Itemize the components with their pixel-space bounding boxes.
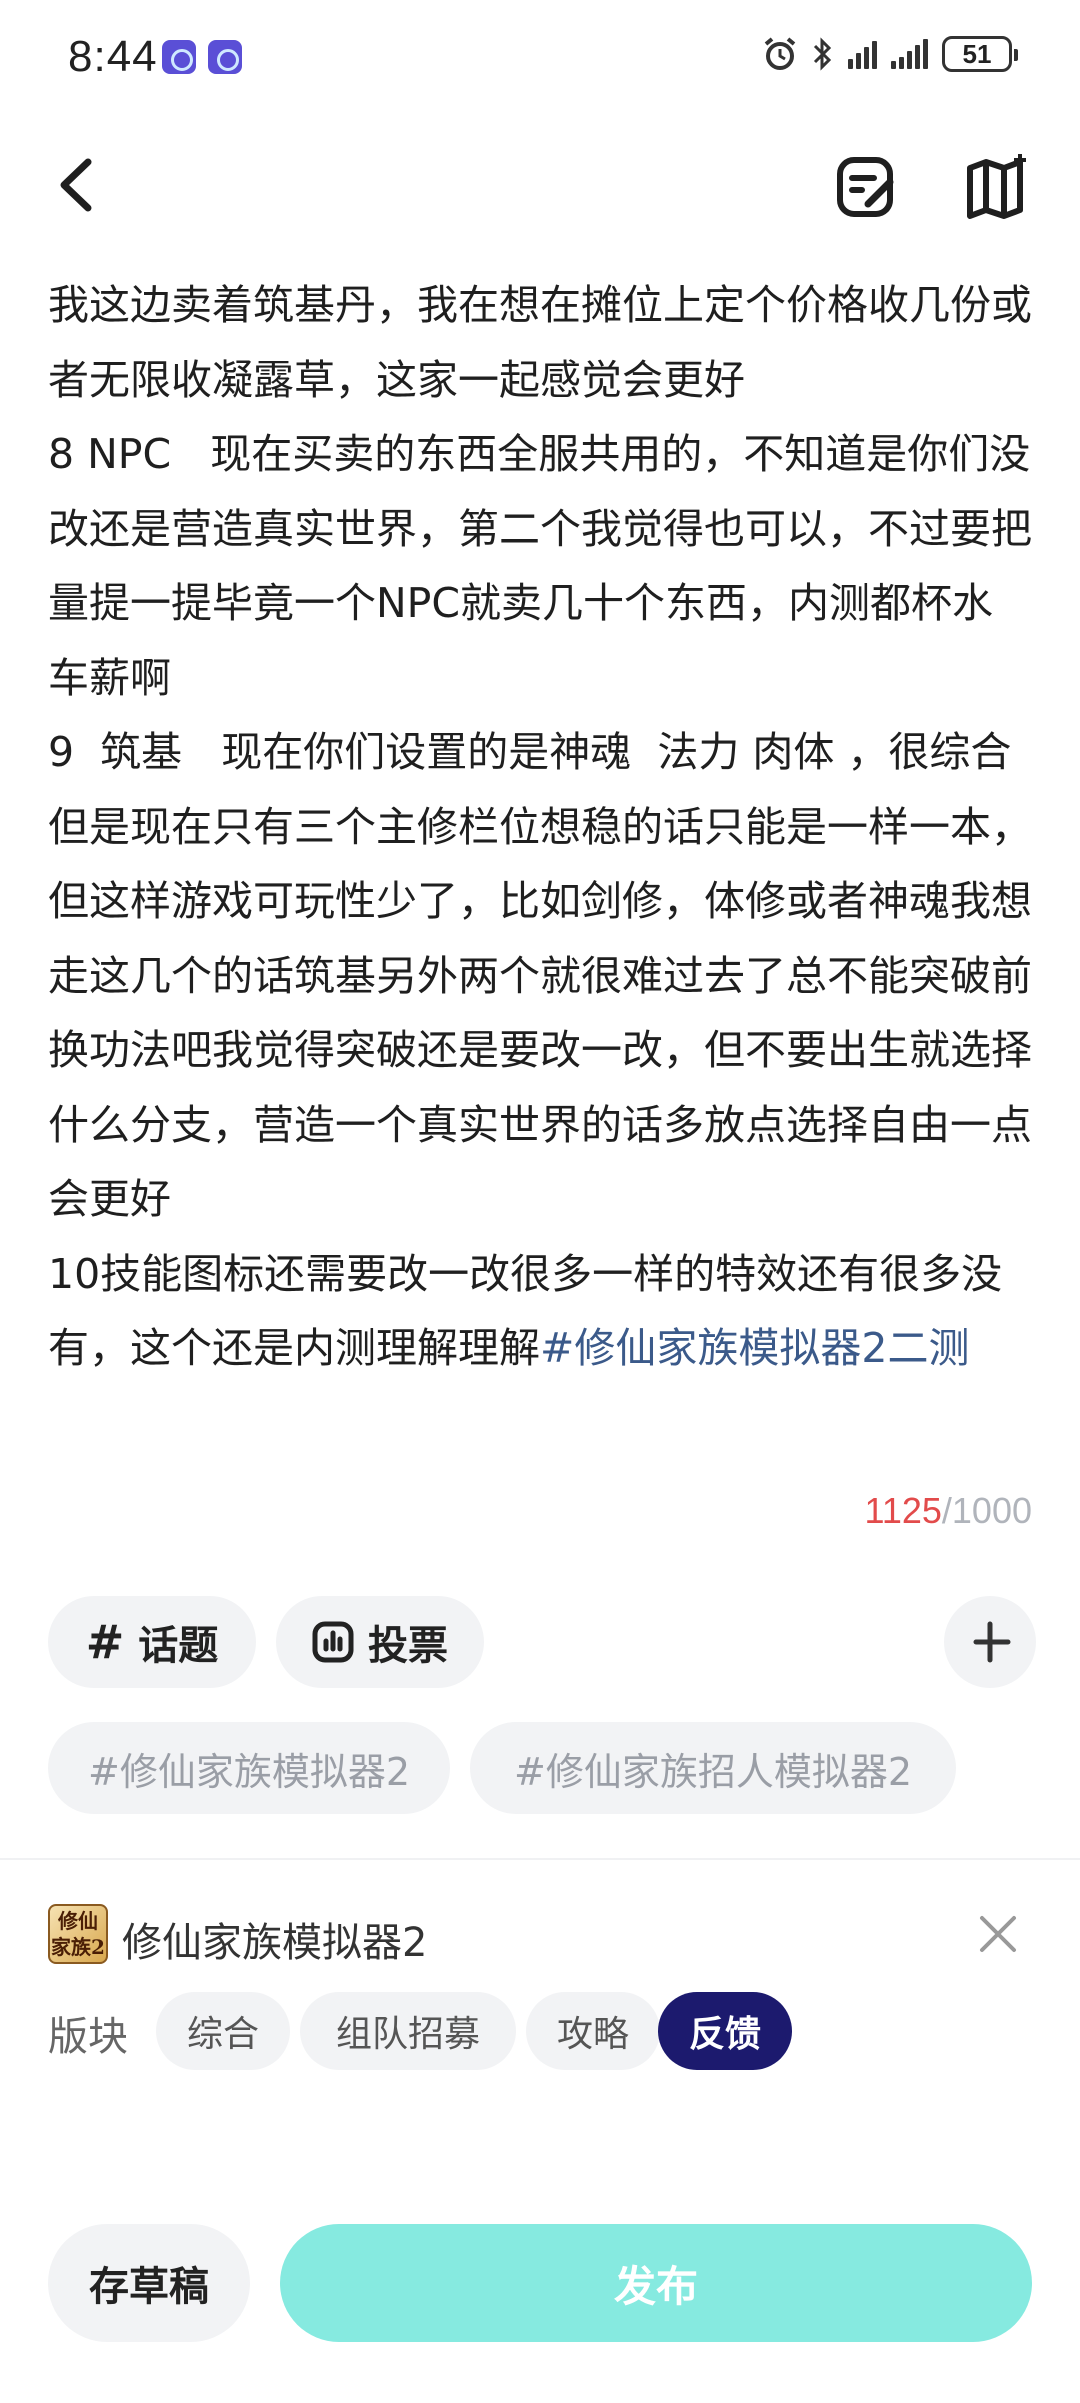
post-hashtag[interactable]: #修仙家族模拟器2二测 (540, 1324, 969, 1372)
close-icon[interactable] (972, 1908, 1024, 1960)
char-count-current: 1125 (864, 1490, 942, 1531)
section-label: 版块 (48, 2014, 128, 2060)
topic-label: 话题 (138, 1623, 219, 1669)
section-option-general[interactable]: 综合 (156, 1992, 290, 2070)
suggested-tag[interactable]: #修仙家族招人模拟器2 (470, 1722, 956, 1814)
topic-button[interactable]: # 话题 (48, 1596, 256, 1688)
section-option-feedback[interactable]: 反馈 (658, 1992, 792, 2070)
hashtag-icon: # (85, 1615, 125, 1669)
status-bar: 8:44 51 (0, 0, 1080, 110)
save-draft-button[interactable]: 存草稿 (48, 2224, 250, 2342)
bluetooth-icon (813, 37, 832, 71)
guide-book-icon[interactable] (964, 154, 1030, 220)
expand-tools-button[interactable] (944, 1596, 1036, 1688)
game-name: 修仙家族模拟器2 (122, 1920, 428, 1966)
char-count-limit: /1000 (941, 1490, 1032, 1531)
alarm-icon (764, 37, 796, 70)
battery-icon: 51 (942, 36, 1018, 72)
vote-button[interactable]: 投票 (276, 1596, 484, 1688)
publish-button[interactable]: 发布 (280, 2224, 1032, 2342)
suggested-tag[interactable]: #修仙家族模拟器2 (48, 1722, 450, 1814)
back-arrow-icon[interactable] (48, 152, 108, 218)
divider (0, 1858, 1080, 1860)
status-time: 8:44 (68, 32, 158, 81)
character-counter: 1125/1000 (864, 1490, 1032, 1532)
notification-app-icon (208, 40, 242, 74)
signal-icon (891, 39, 928, 69)
section-selector: 版块 综合 组队招募 攻略 反馈 (48, 1992, 1034, 2070)
status-icons: 51 (762, 34, 1018, 74)
nav-bar (0, 130, 1080, 240)
poll-icon (312, 1621, 354, 1663)
vote-label: 投票 (368, 1623, 448, 1669)
drafts-icon[interactable] (834, 154, 900, 220)
section-option-guide[interactable]: 攻略 (526, 1992, 660, 2070)
linked-game: 修仙 家族2 修仙家族模拟器2 (48, 1904, 1034, 1968)
plus-icon (973, 1621, 1011, 1663)
notification-app-icon (162, 40, 196, 74)
game-logo: 修仙 家族2 (48, 1904, 108, 1964)
signal-icon (848, 39, 877, 69)
section-option-team-recruit[interactable]: 组队招募 (300, 1992, 516, 2070)
post-body-text: 我这边卖着筑基丹，我在想在摊位上定个价格收几份或者无限收凝露草，这家一起感觉会更… (48, 281, 1032, 1372)
post-content-editor[interactable]: 我这边卖着筑基丹，我在想在摊位上定个价格收几份或者无限收凝露草，这家一起感觉会更… (48, 268, 1034, 1386)
